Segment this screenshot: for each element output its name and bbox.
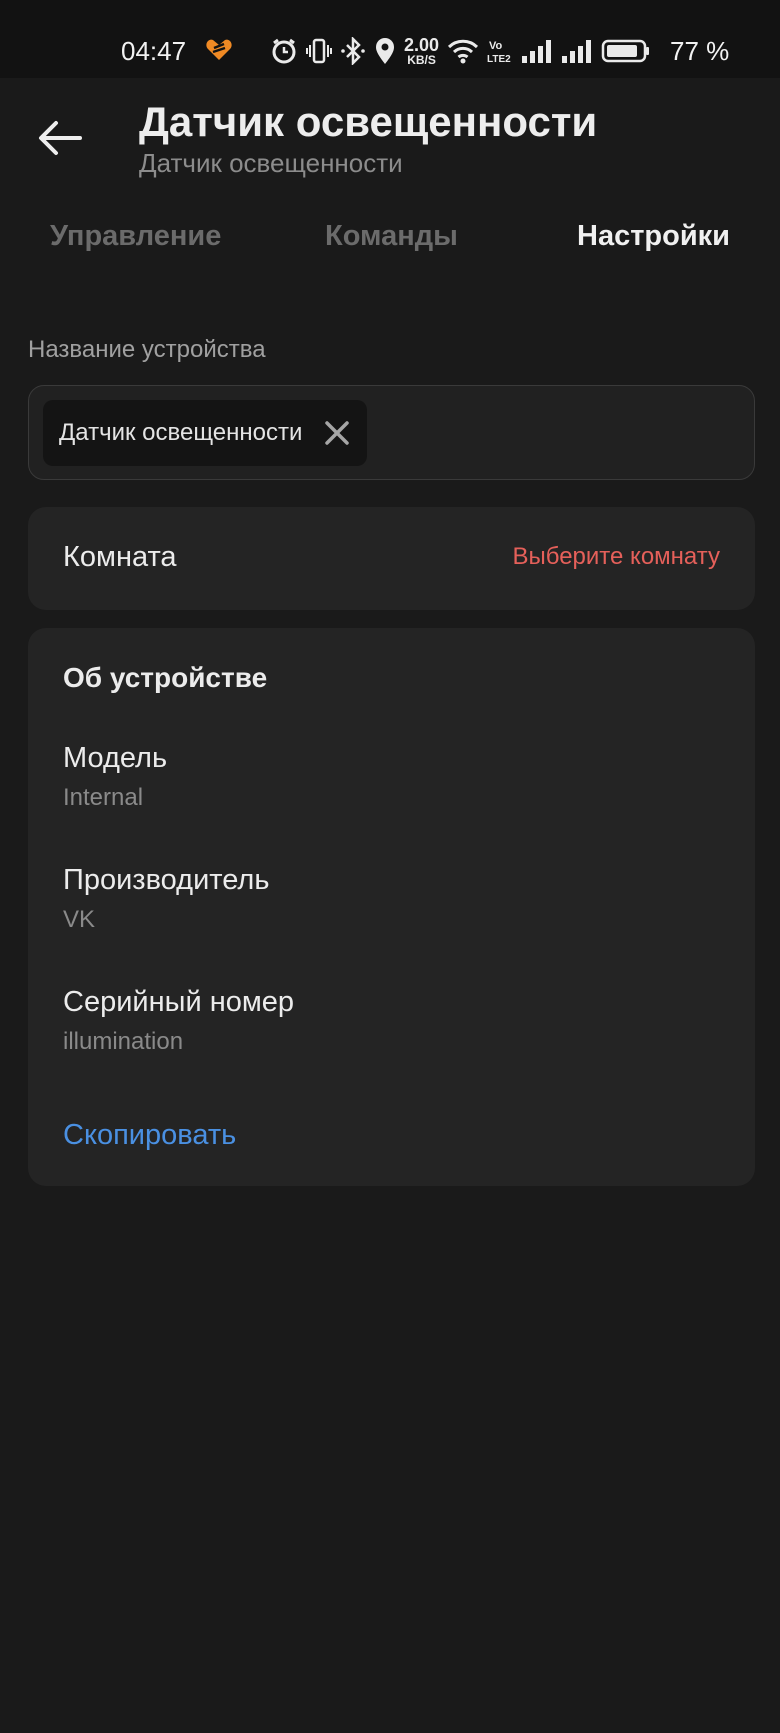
tab-control[interactable]: Управление xyxy=(50,220,221,253)
room-select-value[interactable]: Выберите комнату xyxy=(512,543,720,571)
back-button[interactable] xyxy=(30,108,90,168)
device-name-value: Датчик освещенности xyxy=(59,419,303,446)
status-time: 04:47 xyxy=(121,36,187,66)
svg-text:Vo: Vo xyxy=(489,40,503,52)
status-bar: 04:47 2.00 KB/S Vo LTE2 77 % xyxy=(0,0,780,78)
page-title: Датчик освещенности xyxy=(139,98,598,145)
speed-value: 2.00 xyxy=(404,35,440,55)
manufacturer-label: Производитель xyxy=(63,864,270,896)
battery-percent: 77 % xyxy=(670,36,730,66)
app-bar: Датчик освещенности Датчик освещенности xyxy=(0,78,780,198)
arrow-left-icon xyxy=(39,121,82,155)
signal-2-icon xyxy=(561,36,593,66)
volte-icon: Vo LTE2 xyxy=(487,36,513,66)
tab-commands[interactable]: Команды xyxy=(325,220,458,253)
about-device-card: Об устройстве Модель Internal Производит… xyxy=(28,628,755,1186)
serial-number-value: illumination xyxy=(63,1028,184,1055)
tab-settings[interactable]: Настройки xyxy=(577,220,730,253)
heart-icon xyxy=(205,38,233,67)
manufacturer-value: VK xyxy=(63,906,96,933)
close-icon xyxy=(325,421,349,445)
clear-name-button[interactable] xyxy=(323,419,351,447)
speed-unit: KB/S xyxy=(407,53,436,67)
bluetooth-icon xyxy=(340,36,366,66)
device-name-label: Название устройства xyxy=(28,336,266,363)
signal-icon xyxy=(521,36,553,66)
device-name-field[interactable]: Датчик освещенности xyxy=(28,385,755,480)
page-subtitle: Датчик освещенности xyxy=(139,148,403,178)
network-speed: 2.00 KB/S xyxy=(404,36,439,66)
tab-bar: Управление Команды Настройки xyxy=(0,220,780,276)
model-value: Internal xyxy=(63,784,144,811)
room-label: Комната xyxy=(63,541,177,573)
location-icon xyxy=(374,36,396,66)
battery-icon xyxy=(601,36,651,66)
vibrate-icon xyxy=(306,36,332,66)
room-row[interactable]: Комната Выберите комнату xyxy=(28,507,755,610)
model-label: Модель xyxy=(63,742,168,774)
about-title: Об устройстве xyxy=(63,662,268,693)
svg-text:LTE2: LTE2 xyxy=(487,54,511,65)
alarm-icon xyxy=(270,36,298,66)
copy-button[interactable]: Скопировать xyxy=(63,1119,236,1152)
serial-number-label: Серийный номер xyxy=(63,986,295,1018)
device-name-chip[interactable]: Датчик освещенности xyxy=(43,400,367,466)
wifi-icon xyxy=(447,36,479,66)
